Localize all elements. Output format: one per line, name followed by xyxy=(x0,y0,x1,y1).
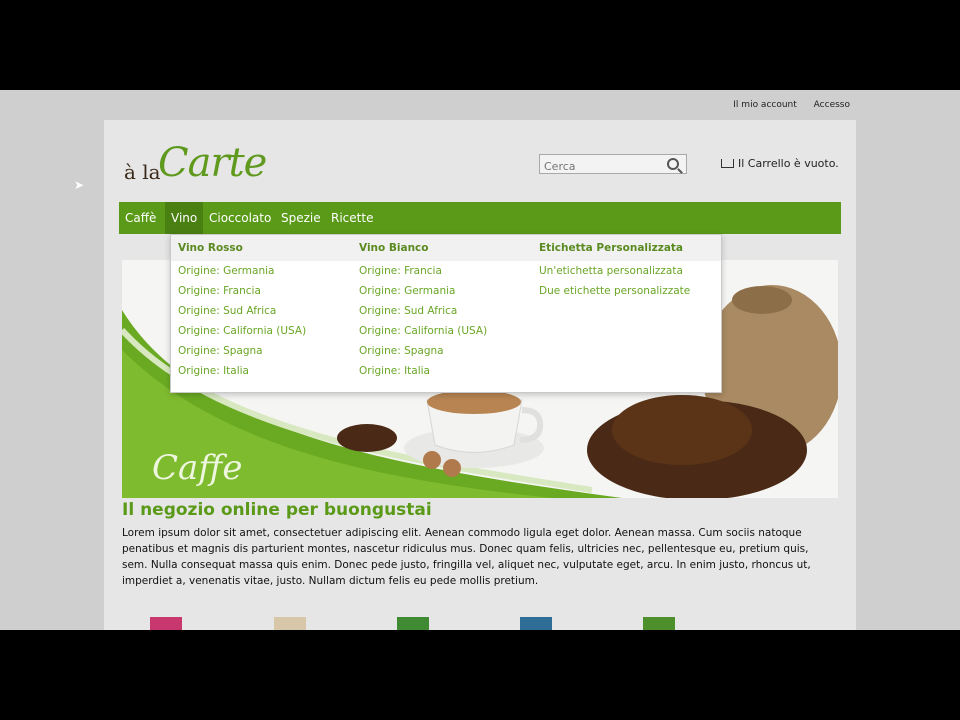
nav-item-cioccolato[interactable]: Cioccolato xyxy=(203,202,277,234)
intro-text: Lorem ipsum dolor sit amet, consectetuer… xyxy=(122,527,811,587)
search-input[interactable] xyxy=(540,157,668,176)
menu-link[interactable]: Origine: Italia xyxy=(359,361,487,381)
menu-link[interactable]: Origine: Germania xyxy=(178,261,306,281)
page: à la Carte Il Carrello è vuoto. Caffè Vi… xyxy=(104,120,856,630)
menu-link[interactable]: Origine: Francia xyxy=(359,261,487,281)
nav-item-ricette[interactable]: Ricette xyxy=(325,202,379,234)
product-thumbnail[interactable] xyxy=(150,617,182,630)
menu-link[interactable]: Origine: Spagna xyxy=(178,341,306,361)
vino-dropdown-menu: Vino Rosso Origine: Germania Origine: Fr… xyxy=(170,234,722,393)
nav-item-spezie[interactable]: Spezie xyxy=(275,202,327,234)
search-icon[interactable] xyxy=(667,158,679,170)
my-account-link[interactable]: Il mio account xyxy=(733,100,797,110)
dropdown-column-etichetta: Etichetta Personalizzata Un'etichetta pe… xyxy=(539,235,690,301)
search-box xyxy=(539,154,687,176)
column-title[interactable]: Etichetta Personalizzata xyxy=(539,235,690,261)
dropdown-column-vino-rosso: Vino Rosso Origine: Germania Origine: Fr… xyxy=(178,235,306,381)
top-links: Il mio account Accesso xyxy=(719,100,850,110)
browser-viewport: Il mio account Accesso à la Carte Il Car… xyxy=(0,90,960,630)
menu-link[interactable]: Origine: California (USA) xyxy=(359,321,487,341)
product-thumbnail[interactable] xyxy=(274,617,306,630)
menu-link[interactable]: Due etichette personalizzate xyxy=(539,281,690,301)
product-thumbnail[interactable] xyxy=(643,617,675,630)
column-title[interactable]: Vino Bianco xyxy=(359,235,487,261)
menu-link[interactable]: Origine: Sud Africa xyxy=(178,301,306,321)
logo-word: Carte xyxy=(158,140,267,186)
hero-caption: Caffe xyxy=(152,448,243,488)
column-title[interactable]: Vino Rosso xyxy=(178,235,306,261)
dropdown-column-vino-bianco: Vino Bianco Origine: Francia Origine: Ge… xyxy=(359,235,487,381)
login-link[interactable]: Accesso xyxy=(814,100,850,110)
product-thumbnail[interactable] xyxy=(397,617,429,630)
main-nav: Caffè Vino Cioccolato Spezie Ricette xyxy=(119,202,841,234)
menu-link[interactable]: Origine: Spagna xyxy=(359,341,487,361)
cart-icon xyxy=(721,159,734,168)
page-heading: Il negozio online per buongustai xyxy=(122,500,432,520)
menu-link[interactable]: Origine: California (USA) xyxy=(178,321,306,341)
menu-link[interactable]: Origine: Germania xyxy=(359,281,487,301)
mouse-pointer-icon: ➤ xyxy=(74,178,85,192)
logo-prefix: à la xyxy=(124,160,161,184)
product-thumbnail[interactable] xyxy=(520,617,552,630)
menu-link[interactable]: Un'etichetta personalizzata xyxy=(539,261,690,281)
nav-item-vino[interactable]: Vino xyxy=(165,202,204,234)
menu-link[interactable]: Origine: Sud Africa xyxy=(359,301,487,321)
cart-status[interactable]: Il Carrello è vuoto. xyxy=(721,157,839,170)
menu-link[interactable]: Origine: Francia xyxy=(178,281,306,301)
nav-item-caffe[interactable]: Caffè xyxy=(119,202,162,234)
cart-text: Il Carrello è vuoto. xyxy=(738,157,839,170)
menu-link[interactable]: Origine: Italia xyxy=(178,361,306,381)
